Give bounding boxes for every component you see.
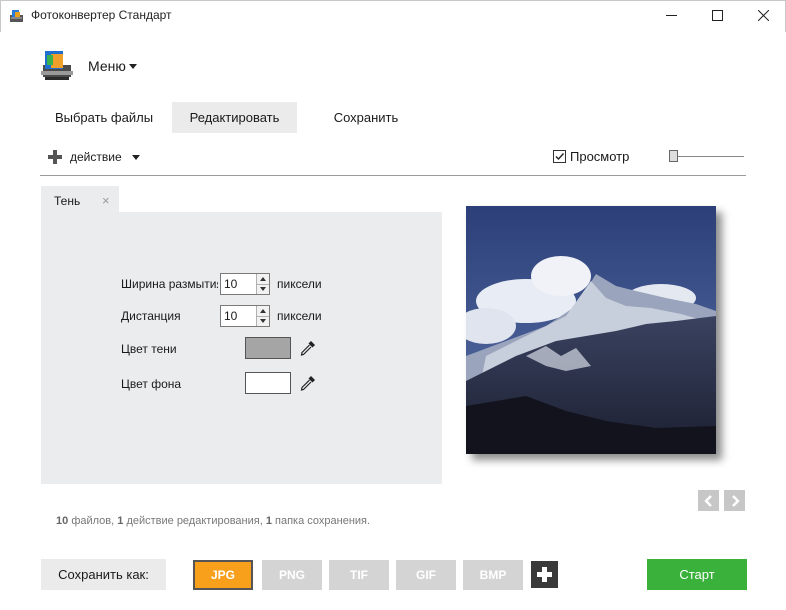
effect-settings-panel	[41, 212, 442, 484]
distance-unit: пиксели	[277, 309, 322, 323]
format-tif-button[interactable]: TIF	[329, 560, 389, 590]
blur-width-unit: пиксели	[277, 277, 322, 291]
prev-image-button[interactable]	[698, 490, 719, 511]
tab-select-files[interactable]: Выбрать файлы	[41, 102, 167, 133]
tab-save[interactable]: Сохранить	[303, 102, 429, 133]
shadow-eyedropper-icon[interactable]	[299, 339, 317, 357]
checkmark-icon	[555, 153, 565, 161]
menu-button[interactable]: Меню	[88, 58, 126, 74]
maximize-icon	[711, 10, 723, 21]
save-as-label: Сохранить как:	[41, 559, 166, 590]
toolbar-divider	[40, 175, 746, 176]
app-icon	[10, 10, 23, 22]
actions-text: действие редактирования,	[126, 515, 263, 527]
actions-count: 1	[117, 515, 124, 527]
files-text: файлов,	[71, 515, 115, 527]
blur-width-down-button[interactable]	[257, 283, 269, 294]
format-gif-button[interactable]: GIF	[396, 560, 456, 590]
effect-tab-close-icon[interactable]: ×	[102, 193, 110, 208]
chevron-left-icon	[703, 494, 712, 507]
close-button[interactable]	[740, 0, 786, 31]
minimize-icon	[665, 15, 677, 16]
format-png-button[interactable]: PNG	[262, 560, 322, 590]
app-logo[interactable]	[39, 47, 75, 83]
blur-width-stepper[interactable]: 10	[220, 273, 270, 295]
arrow-up-icon	[260, 308, 266, 313]
preview-checkbox[interactable]	[553, 150, 566, 163]
folders-count: 1	[265, 515, 272, 527]
distance-label: Дистанция	[121, 309, 181, 323]
blur-width-label: Ширина размытия	[121, 277, 218, 291]
arrow-down-icon	[260, 287, 266, 292]
effect-tab-label: Тень	[54, 194, 81, 208]
action-caret-icon[interactable]	[132, 155, 140, 160]
next-image-button[interactable]	[724, 490, 745, 511]
distance-value[interactable]: 10	[221, 306, 256, 326]
zoom-slider-track[interactable]	[670, 156, 744, 157]
blur-width-up-button[interactable]	[257, 274, 269, 284]
arrow-down-icon	[260, 319, 266, 324]
distance-down-button[interactable]	[257, 315, 269, 326]
chevron-right-icon	[731, 494, 740, 507]
zoom-slider-thumb[interactable]	[669, 150, 678, 162]
close-icon	[757, 10, 769, 21]
add-action-icon[interactable]	[48, 150, 62, 164]
mountain-photo	[456, 206, 716, 454]
window-title: Фотоконвертер Стандарт	[31, 8, 172, 22]
preview-image	[456, 206, 716, 454]
status-line: 10 файлов, 1 действие редактирования, 1 …	[56, 515, 370, 527]
distance-up-button[interactable]	[257, 306, 269, 316]
shadow-color-swatch[interactable]	[245, 337, 291, 359]
tab-edit[interactable]: Редактировать	[172, 102, 297, 133]
bg-eyedropper-icon[interactable]	[299, 374, 317, 392]
bg-color-label: Цвет фона	[121, 377, 182, 391]
folders-text: папка сохранения.	[275, 515, 371, 527]
add-action-button[interactable]: действие	[70, 150, 122, 164]
arrow-up-icon	[260, 276, 266, 281]
start-button[interactable]: Старт	[647, 559, 747, 590]
preview-label[interactable]: Просмотр	[570, 149, 629, 164]
blur-width-value[interactable]: 10	[221, 274, 256, 294]
bg-color-swatch[interactable]	[245, 372, 291, 394]
menu-caret-icon[interactable]	[129, 64, 137, 69]
maximize-button[interactable]	[694, 0, 740, 31]
format-bmp-button[interactable]: BMP	[463, 560, 523, 590]
distance-stepper[interactable]: 10	[220, 305, 270, 327]
format-jpg-button[interactable]: JPG	[193, 560, 253, 590]
add-format-button[interactable]	[531, 561, 558, 588]
shadow-color-label: Цвет тени	[121, 342, 177, 356]
minimize-button[interactable]	[648, 0, 694, 31]
files-count: 10	[56, 515, 69, 527]
